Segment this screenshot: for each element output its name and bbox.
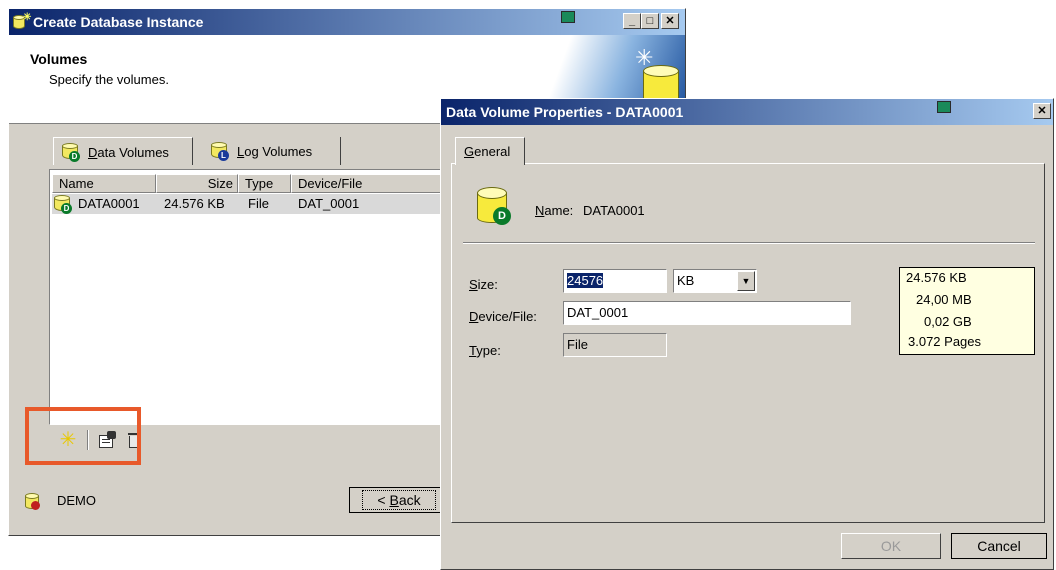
tab-general[interactable]: General — [455, 137, 525, 165]
maximize-button[interactable]: □ — [641, 13, 659, 29]
toolbar-highlight-box — [25, 407, 141, 465]
row-device: DAT_0001 — [298, 196, 360, 211]
column-header-name[interactable]: Name — [52, 174, 156, 193]
info-gb: 0,02 GB — [924, 314, 972, 329]
back-button[interactable]: < Back — [349, 487, 449, 513]
device-file-input[interactable]: DAT_0001 — [563, 301, 851, 325]
tab-log-volumes[interactable]: L Log Volumes — [201, 137, 341, 165]
dialog-title-bar: Data Volume Properties - DATA0001 ✕ — [441, 99, 1053, 125]
row-type: File — [248, 196, 269, 211]
dialog-close-button[interactable]: ✕ — [1033, 103, 1051, 119]
data-volume-properties-dialog: Data Volume Properties - DATA0001 ✕ Gene… — [440, 98, 1054, 570]
tab-data-volumes[interactable]: D Data Volumes — [53, 137, 193, 165]
log-volume-icon: L — [211, 142, 229, 161]
tab-log-volumes-label: Log Volumes — [237, 144, 313, 159]
app-icon: ✳ — [13, 12, 31, 30]
tab-general-label: General — [464, 144, 511, 159]
dialog-title: Data Volume Properties - DATA0001 — [446, 104, 684, 120]
size-label: Size: — [469, 277, 498, 292]
type-field: File — [563, 333, 667, 357]
monitor-icon — [561, 11, 575, 23]
chevron-down-icon[interactable]: ▼ — [737, 271, 755, 291]
separator-line — [463, 242, 1035, 244]
data-volume-large-icon: D — [475, 185, 515, 229]
volume-tabs: D Data Volumes L Log Volumes — [49, 137, 449, 167]
tab-data-volumes-label: Data Volumes — [88, 145, 169, 160]
instance-icon — [25, 493, 41, 511]
device-label: Device/File: — [469, 309, 537, 324]
column-header-device[interactable]: Device/File — [291, 174, 447, 193]
close-button[interactable]: ✕ — [661, 13, 679, 29]
column-header-type[interactable]: Type — [238, 174, 291, 193]
ok-button[interactable]: OK — [841, 533, 941, 559]
row-size: 24.576 KB — [164, 196, 225, 211]
minimize-button[interactable]: _ — [623, 13, 641, 29]
name-label: Name: — [535, 203, 574, 218]
type-label: Type: — [469, 343, 501, 358]
row-name: DATA0001 — [78, 196, 140, 211]
table-row[interactable]: D DATA0001 24.576 KB File DAT_0001 — [52, 194, 448, 214]
column-header-size[interactable]: Size — [156, 174, 238, 193]
title-bar: ✳ Create Database Instance _ □ ✕ — [9, 9, 685, 35]
info-mb: 24,00 MB — [916, 292, 972, 307]
data-volume-icon: D — [54, 195, 72, 214]
size-unit-select[interactable]: KB ▼ — [673, 269, 757, 293]
data-volume-icon: D — [62, 143, 80, 162]
size-input[interactable]: 24576 — [563, 269, 667, 293]
page-subtitle: Specify the volumes. — [49, 72, 169, 87]
info-pages: 3.072 Pages — [908, 334, 982, 349]
name-value: DATA0001 — [583, 203, 645, 218]
instance-name: DEMO — [57, 493, 96, 508]
monitor-icon — [937, 101, 951, 113]
volume-list[interactable]: Name Size Type Device/File D DATA0001 24… — [49, 169, 449, 425]
size-info-box: 24.576 KB 24,00 MB 0,02 GB 3.072 Pages — [899, 267, 1035, 355]
window-title: Create Database Instance — [33, 14, 204, 30]
info-kb: 24.576 KB — [906, 270, 967, 285]
cancel-button[interactable]: Cancel — [951, 533, 1047, 559]
page-title: Volumes — [30, 51, 88, 67]
